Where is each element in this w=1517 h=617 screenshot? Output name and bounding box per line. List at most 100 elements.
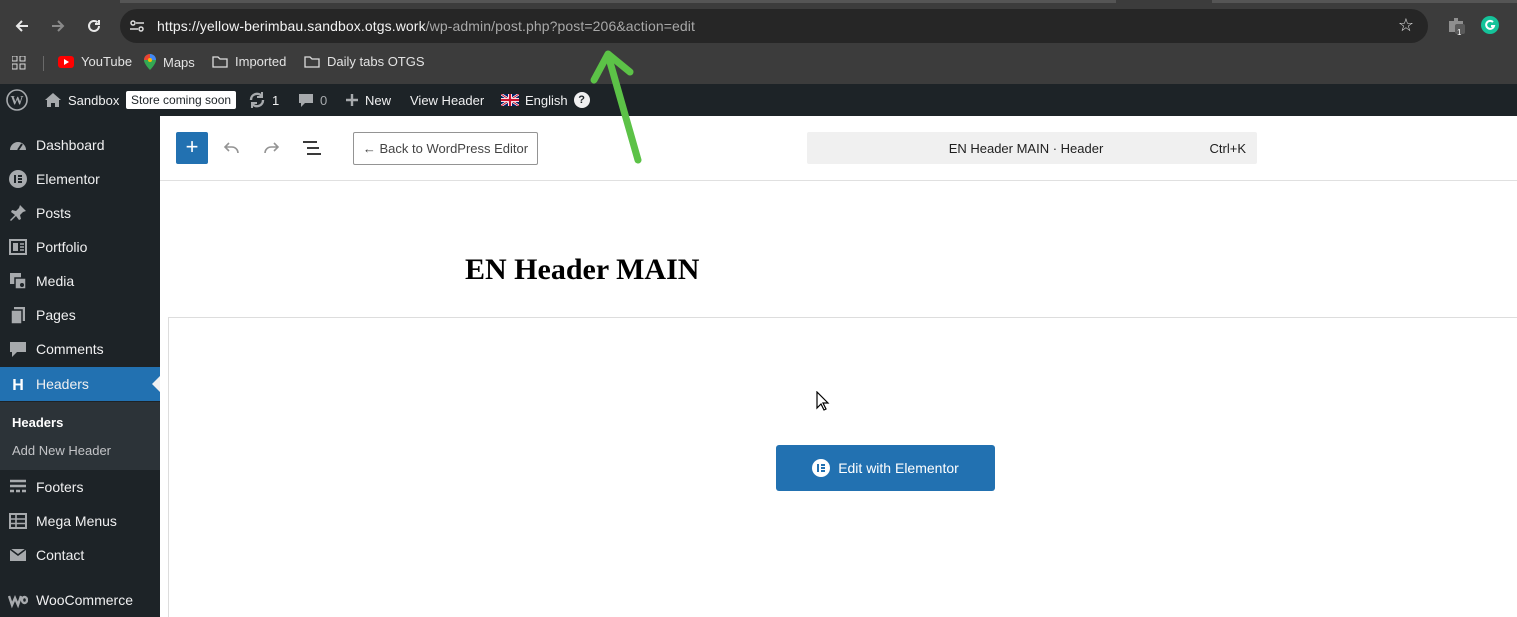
sidebar-item-label: Media xyxy=(36,273,75,289)
undo-icon[interactable] xyxy=(220,136,244,160)
bookmark-label: YouTube xyxy=(81,54,133,69)
forward-arrow-icon[interactable] xyxy=(44,12,72,40)
folder-icon xyxy=(304,56,320,68)
bookmark-maps[interactable]: Maps xyxy=(144,54,195,70)
browser-chrome: https://yellow-berimbau.sandbox.otgs.wor… xyxy=(0,0,1517,84)
view-header-link[interactable]: View Header xyxy=(410,84,484,116)
folder-icon xyxy=(212,56,228,68)
svg-text:H: H xyxy=(12,377,24,393)
submenu-item-add-new-header[interactable]: Add New Header xyxy=(12,443,111,458)
sidebar-item-portfolio[interactable]: Portfolio xyxy=(0,230,160,264)
edit-with-elementor-button[interactable]: Edit with Elementor xyxy=(776,445,995,491)
view-header-label: View Header xyxy=(410,92,485,108)
help-icon[interactable]: ? xyxy=(573,92,590,108)
wordpress-logo-icon[interactable]: W xyxy=(6,84,28,116)
post-title[interactable]: EN Header MAIN xyxy=(465,253,699,287)
dashboard-icon xyxy=(10,142,26,151)
store-badge[interactable]: Store coming soon xyxy=(126,84,237,116)
header-h-icon: H xyxy=(12,377,24,393)
language-label: English xyxy=(525,92,568,108)
sidebar-item-dashboard[interactable]: Dashboard xyxy=(0,128,160,162)
bookmark-imported[interactable]: Imported xyxy=(212,54,286,69)
sidebar-item-label: Portfolio xyxy=(36,239,88,255)
woo-icon xyxy=(8,594,28,609)
sidebar-item-elementor[interactable]: Elementor xyxy=(0,162,160,196)
bookmark-youtube[interactable]: YouTube xyxy=(58,54,132,69)
wp-admin-bar: W Sandbox Store coming soon 1 0 New View… xyxy=(0,84,1517,116)
url-host: https://yellow-berimbau.sandbox.otgs.wor… xyxy=(157,18,426,34)
redo-icon[interactable] xyxy=(259,136,283,160)
bookmark-star-icon[interactable]: ☆ xyxy=(1398,15,1414,36)
sidebar-item-label: Elementor xyxy=(36,171,100,187)
sidebar-item-label: Posts xyxy=(36,205,72,221)
sidebar-item-label: Headers xyxy=(36,376,89,392)
sidebar-item-posts[interactable]: Posts xyxy=(0,196,160,230)
media-icon xyxy=(10,273,27,290)
plus-icon xyxy=(346,94,358,106)
apps-grid-icon[interactable] xyxy=(12,56,26,70)
sidebar-item-pages[interactable]: Pages xyxy=(0,298,160,332)
keyboard-shortcut: Ctrl+K xyxy=(1209,141,1246,156)
tab-strip-edge xyxy=(120,0,1116,3)
language-switcher[interactable]: English ? xyxy=(501,84,590,116)
back-to-wordpress-editor-button[interactable]: ← Back to WordPress Editor xyxy=(353,132,538,165)
edit-with-elementor-label: Edit with Elementor xyxy=(838,460,959,476)
bookmark-label: Imported xyxy=(235,54,287,69)
updates-count: 1 xyxy=(272,92,280,108)
submenu-item-headers[interactable]: Headers xyxy=(12,415,63,430)
bookmark-label: Maps xyxy=(163,54,195,70)
youtube-icon xyxy=(58,55,74,68)
sidebar-item-mega-menus[interactable]: Mega Menus xyxy=(0,504,160,538)
admin-sidebar: Dashboard Elementor Posts Portfolio Medi… xyxy=(0,116,160,617)
command-palette-bar[interactable]: EN Header MAIN · Header Ctrl+K xyxy=(807,132,1257,164)
mail-icon xyxy=(9,548,27,561)
editor-toolbar: + ← Back to WordPress Editor EN Header M… xyxy=(160,116,1517,181)
comments-link[interactable]: 0 xyxy=(298,84,327,116)
sidebar-item-footers[interactable]: Footers xyxy=(0,470,160,504)
sidebar-item-woocommerce[interactable]: WooCommerce xyxy=(0,583,160,617)
reload-icon[interactable] xyxy=(80,12,108,40)
comments-count: 0 xyxy=(320,92,328,108)
site-name-link[interactable]: Sandbox xyxy=(44,84,119,116)
site-settings-icon[interactable] xyxy=(129,18,145,34)
updates-icon xyxy=(249,92,265,108)
document-title: EN Header MAIN · Header xyxy=(948,141,1104,156)
sidebar-item-contact[interactable]: Contact xyxy=(0,538,160,572)
address-bar[interactable]: https://yellow-berimbau.sandbox.otgs.wor… xyxy=(120,9,1428,43)
headers-submenu: Headers Add New Header xyxy=(0,402,160,470)
elementor-block-area: Edit with Elementor xyxy=(168,317,1517,617)
back-arrow-icon[interactable] xyxy=(8,12,36,40)
table-icon xyxy=(9,513,27,529)
sidebar-item-headers[interactable]: H Headers xyxy=(0,367,160,401)
new-content-link[interactable]: New xyxy=(345,84,391,116)
sidebar-item-label: Footers xyxy=(36,479,84,495)
store-badge-label: Store coming soon xyxy=(126,91,237,109)
url-path: /wp-admin/post.php?post=206&action=edit xyxy=(425,18,695,34)
extension-icon[interactable] xyxy=(1446,15,1466,35)
maps-pin-icon xyxy=(144,54,156,70)
block-inserter-button[interactable]: + xyxy=(176,132,208,164)
document-overview-icon[interactable] xyxy=(300,136,324,160)
sidebar-item-label: Contact xyxy=(36,547,85,563)
sidebar-item-label: Pages xyxy=(36,307,76,323)
grammarly-icon[interactable] xyxy=(1480,15,1500,35)
bookmarks-separator xyxy=(43,56,44,71)
site-name: Sandbox xyxy=(68,92,120,108)
pages-icon xyxy=(10,307,25,324)
comment-icon xyxy=(299,94,313,107)
sidebar-item-label: Mega Menus xyxy=(36,513,117,529)
sidebar-item-label: Dashboard xyxy=(36,137,105,153)
sidebar-item-label: Comments xyxy=(36,341,104,357)
elementor-logo-icon xyxy=(812,459,831,477)
footer-icon xyxy=(10,479,26,493)
editor-canvas: EN Header MAIN Edit with Elementor xyxy=(160,181,1517,617)
url-text: https://yellow-berimbau.sandbox.otgs.wor… xyxy=(157,18,695,34)
pin-icon xyxy=(10,205,26,221)
comment-icon xyxy=(10,342,26,357)
elementor-icon xyxy=(9,170,27,188)
updates-link[interactable]: 1 xyxy=(248,84,279,116)
sidebar-item-comments[interactable]: Comments xyxy=(0,332,160,366)
extension-badge: 1 xyxy=(1457,28,1462,37)
sidebar-item-media[interactable]: Media xyxy=(0,264,160,298)
bookmark-daily-tabs[interactable]: Daily tabs OTGS xyxy=(304,54,425,69)
